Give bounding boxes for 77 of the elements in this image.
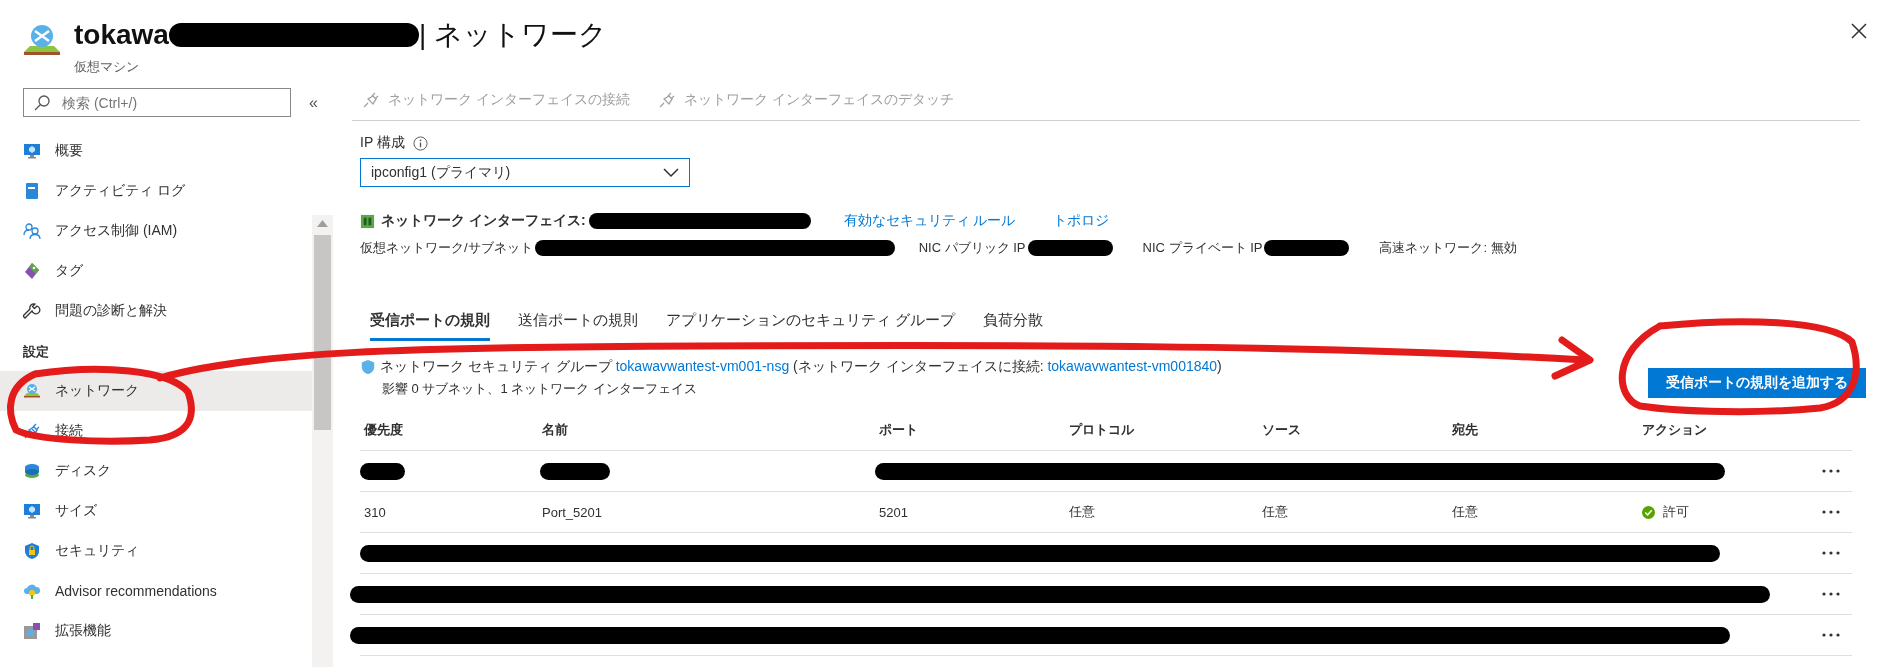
shield-icon — [23, 542, 41, 560]
close-icon[interactable] — [1850, 22, 1868, 40]
table-cell-text: 任意 — [1068, 503, 1096, 521]
page-title: tokawa — [74, 19, 169, 51]
monitor-icon — [23, 142, 41, 160]
field-label: IP 構成 — [360, 134, 405, 152]
sidebar-item[interactable]: Advisor recommendations — [0, 571, 312, 611]
disk-icon — [23, 462, 41, 480]
plug-icon — [23, 422, 41, 440]
column-header: プロトコル — [1068, 421, 1135, 439]
scrollbar[interactable] — [312, 215, 333, 667]
people-icon — [23, 222, 41, 240]
chevron-icon — [663, 167, 679, 178]
more-icon[interactable] — [1822, 633, 1840, 637]
add-rule-button[interactable]: 受信ポートの規則を追加する — [1648, 368, 1866, 398]
more-icon[interactable] — [1822, 592, 1840, 596]
monitor-icon — [23, 502, 41, 520]
sidebar-item[interactable]: 概要 — [0, 131, 312, 171]
network-icon — [23, 382, 41, 400]
collapse-button[interactable]: « — [309, 93, 318, 112]
sidebar-item[interactable]: 拡張機能 — [0, 611, 312, 651]
column-header: アクション — [1641, 421, 1708, 439]
page-subtitle: 仮想マシン — [74, 58, 140, 76]
sidebar-item[interactable]: アクセス制御 (IAM) — [0, 211, 312, 251]
search-field[interactable]: 検索 (Ctrl+/) — [23, 88, 291, 117]
table-cell-text: Port_5201 — [541, 504, 603, 520]
tab[interactable]: 送信ポートの規則 — [518, 311, 638, 341]
table-cell-text: 310 — [363, 504, 387, 520]
sidebar-item[interactable]: アクティビティ ログ — [0, 171, 312, 211]
table-cell-text: 任意 — [1451, 503, 1479, 521]
plug-icon — [362, 91, 380, 109]
nsg-link[interactable]: tokawavwantest-vm001-nsg — [615, 358, 790, 374]
sidebar-item[interactable]: タグ — [0, 251, 312, 291]
sidebar-item[interactable]: サイズ — [0, 491, 312, 531]
nic-label: ネットワーク インターフェイス: — [381, 212, 586, 230]
search-icon — [33, 94, 51, 112]
sidebar-item[interactable]: ディスク — [0, 451, 312, 491]
wrench-icon — [23, 302, 41, 320]
ip-config-dropdown[interactable]: ipconfig1 (プライマリ) — [360, 158, 690, 187]
info-icon[interactable] — [412, 135, 428, 151]
sidebar-item[interactable]: 問題の診断と解決 — [0, 291, 312, 331]
detail-label: NIC パブリック IP — [918, 239, 1026, 257]
tab[interactable]: 受信ポートの規則 — [370, 311, 490, 341]
plug-icon — [657, 91, 676, 109]
check-icon — [1642, 505, 1655, 519]
column-header: ソース — [1261, 421, 1302, 439]
nic-link[interactable]: tokawavwantest-vm001840 — [1047, 358, 1218, 374]
cloud-icon — [23, 582, 41, 600]
column-header: 名前 — [541, 421, 569, 439]
detail-text: 高速ネットワーク: 無効 — [1379, 239, 1517, 257]
redaction-mark — [360, 463, 405, 480]
column-header: 宛先 — [1451, 421, 1479, 439]
topology-link[interactable]: トポロジ — [1053, 212, 1110, 230]
shield-icon — [360, 359, 376, 375]
sidebar-item[interactable]: セキュリティ — [0, 531, 312, 571]
tab[interactable]: アプリケーションのセキュリティ グループ — [666, 311, 956, 341]
impact-text: 影響 0 サブネット、1 ネットワーク インターフェイス — [381, 380, 698, 398]
nsg-description: ネットワーク セキュリティ グループ tokawavwantest-vm001-nsg (ネットワーク インターフェイスに接続: tokawavwantest-vm001840) — [380, 358, 1222, 376]
book-icon — [23, 182, 41, 200]
table-cell: 許可 — [1663, 503, 1689, 521]
security-rules-link[interactable]: 有効なセキュリティ ルール — [843, 212, 1016, 230]
detail-label: NIC プライベート IP — [1142, 239, 1263, 257]
table-cell-text: 5201 — [878, 504, 909, 520]
section-header: 設定 — [22, 343, 50, 361]
more-icon[interactable] — [1822, 510, 1840, 514]
tab[interactable]: 負荷分散 — [983, 311, 1044, 341]
table-cell-text: 任意 — [1261, 503, 1289, 521]
network-card-icon — [360, 213, 375, 229]
more-icon[interactable] — [1822, 469, 1840, 473]
tag-icon — [23, 262, 41, 280]
redaction-mark — [540, 463, 610, 480]
column-header: 優先度 — [362, 421, 404, 439]
extension-icon — [23, 622, 41, 640]
page-title: | ネットワーク — [418, 18, 607, 52]
detail-label: 仮想ネットワーク/サブネット — [360, 239, 533, 257]
column-header: ポート — [878, 421, 919, 439]
more-icon[interactable] — [1822, 551, 1840, 555]
